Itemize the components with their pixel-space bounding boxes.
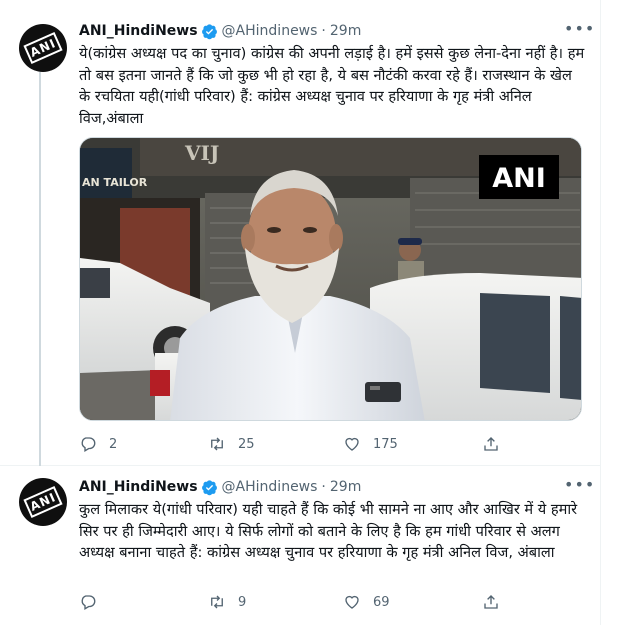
avatar[interactable]: ANI [19,24,67,72]
separator: · [321,479,326,495]
retweet-button[interactable]: 25 [208,434,255,454]
reply-icon [81,595,96,610]
author-handle[interactable]: @AHindinews [222,479,318,495]
share-button[interactable] [482,434,500,454]
reply-button[interactable] [79,592,109,612]
tweet-actions: 9 69 [79,592,509,612]
thread-line [39,72,41,466]
tweet-image[interactable]: VIJ AN TAILOR ANI [79,137,582,421]
avatar[interactable]: ANI [19,478,67,526]
retweet-icon [211,595,223,609]
ani-watermark: ANI [492,163,546,194]
reply-button[interactable]: 2 [79,434,117,454]
share-button[interactable] [482,592,500,612]
tweet-photo: VIJ AN TAILOR ANI [80,138,581,420]
tweet-text: ये(कांग्रेस अध्यक्ष पद का चुनाव) कांग्रे… [79,45,585,127]
author-name[interactable]: ANI_HindiNews [79,23,198,39]
reply-count: 2 [109,436,118,452]
ani-logo: ANI [23,485,63,519]
share-icon [484,437,498,451]
more-icon[interactable]: ••• [564,21,594,43]
retweet-count: 25 [238,436,255,452]
tweet[interactable]: ANI ANI_HindiNews @AHindinews · 29m ••• … [0,466,601,625]
verified-badge-icon [201,479,217,495]
author-name[interactable]: ANI_HindiNews [79,479,198,495]
like-count: 69 [373,594,390,610]
like-icon [345,437,359,451]
timestamp[interactable]: 29m [330,479,361,495]
like-icon [345,595,359,609]
separator: · [321,23,326,39]
like-count: 175 [373,436,398,452]
tweet[interactable]: ANI ANI_HindiNews @AHindinews · 29m ••• … [0,0,601,466]
tweet-actions: 2 25 175 [79,434,509,454]
timeline-feed: ANI ANI_HindiNews @AHindinews · 29m ••• … [0,0,601,625]
retweet-count: 9 [238,594,247,610]
reply-icon [81,437,96,452]
like-button[interactable]: 69 [343,592,390,612]
more-icon[interactable]: ••• [564,477,594,499]
verified-badge-icon [201,23,217,39]
timestamp[interactable]: 29m [330,23,361,39]
ani-logo: ANI [23,31,63,65]
retweet-icon [211,437,223,451]
like-button[interactable]: 175 [343,434,398,454]
shop-sign: VIJ [184,141,219,165]
tweet-header: ANI_HindiNews @AHindinews · 29m [79,477,361,497]
tweet-header: ANI_HindiNews @AHindinews · 29m [79,21,361,41]
shop-sign-tailor: AN TAILOR [82,176,148,189]
share-icon [484,595,498,609]
author-handle[interactable]: @AHindinews [222,23,318,39]
tweet-text: कुल मिलाकर ये(गांधी परिवार) यही चाहते है… [79,501,578,561]
retweet-button[interactable]: 9 [208,592,246,612]
